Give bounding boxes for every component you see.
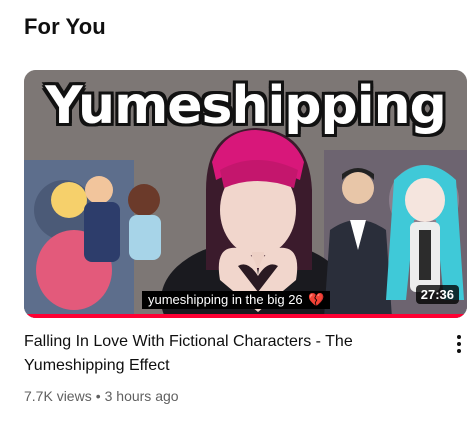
video-title[interactable]: Falling In Love With Fictional Character… [24, 330, 414, 378]
caption-text: yumeshipping in the big 26 [148, 292, 303, 307]
video-thumbnail[interactable]: Yumeshipping yumeshipping in the big 26 … [24, 70, 467, 318]
watch-progress-bar [24, 314, 467, 318]
section-title: For You [24, 14, 106, 39]
more-dot [457, 342, 461, 346]
meta-separator: • [95, 388, 101, 404]
watch-progress-fill [24, 314, 467, 318]
broken-heart-icon: 💔 [308, 292, 325, 307]
thumbnail-title-text: Yumeshipping [45, 76, 447, 136]
thumbnail-caption: yumeshipping in the big 26 💔 [142, 291, 331, 309]
view-count: 7.7K views [24, 388, 92, 404]
duration-badge: 27:36 [415, 285, 459, 304]
video-card[interactable]: Yumeshipping yumeshipping in the big 26 … [24, 70, 467, 406]
video-details: Falling In Love With Fictional Character… [24, 330, 467, 406]
upload-age: 3 hours ago [104, 388, 179, 404]
more-vert-icon[interactable] [447, 330, 471, 358]
more-dot [457, 335, 461, 339]
more-dot [457, 349, 461, 353]
video-stats: 7.7K views • 3 hours ago [24, 386, 467, 406]
